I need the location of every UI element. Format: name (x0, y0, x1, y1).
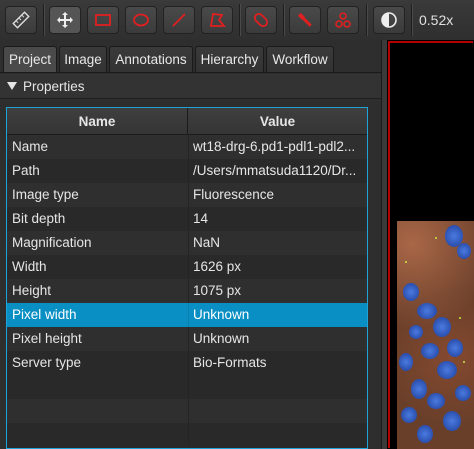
table-row[interactable]: Height 1075 px (7, 279, 367, 303)
polygon-tool-button[interactable] (201, 6, 233, 34)
line-icon (172, 13, 186, 27)
fluorescence-image[interactable] (397, 221, 474, 449)
ellipse-icon (133, 13, 149, 27)
points-icon (335, 12, 351, 28)
property-value-cell: 1626 px (193, 259, 242, 274)
move-icon (57, 12, 73, 28)
tab-hierarchy[interactable]: Hierarchy (195, 46, 264, 72)
property-value-cell: wt18-drg-6.pd1-pdl1-pdl2... (193, 139, 356, 154)
table-row[interactable]: Width 1626 px (7, 255, 367, 279)
left-panel: Project Image Annotations Hierarchy Work… (0, 40, 381, 449)
column-header-name[interactable]: Name (7, 108, 188, 134)
property-name-cell: Image type (12, 187, 79, 202)
table-row[interactable]: Magnification NaN (7, 231, 367, 255)
zoom-level: 0.52x (419, 12, 454, 28)
tab-image[interactable]: Image (59, 46, 107, 72)
line-tool-button[interactable] (163, 6, 195, 34)
properties-table[interactable]: Name Value Name wt18-drg-6.pd1-pdl1-pdl2.… (6, 107, 368, 449)
table-row[interactable]: Pixel width Unknown (7, 303, 367, 327)
wand-tool-button[interactable] (289, 6, 321, 34)
table-header: Name Value (7, 108, 367, 135)
rectangle-tool-button[interactable] (87, 6, 119, 34)
table-row[interactable]: Image type Fluorescence (7, 183, 367, 207)
table-row[interactable]: Pixel height Unknown (7, 327, 367, 351)
tab-bar: Project Image Annotations Hierarchy Work… (0, 46, 381, 73)
main-toolbar: 0.52x (0, 0, 474, 41)
table-row[interactable]: Bit depth 14 (7, 207, 367, 231)
points-tool-button[interactable] (327, 6, 359, 34)
property-name-cell: Pixel width (12, 307, 77, 322)
ruler-icon (12, 11, 30, 29)
wand-icon (297, 12, 312, 27)
table-row[interactable]: Server type Bio-Formats (7, 351, 367, 375)
ellipse-tool-button[interactable] (125, 6, 157, 34)
collapse-triangle-icon (7, 82, 17, 90)
move-tool-button[interactable] (49, 6, 81, 34)
property-value-cell: 14 (193, 211, 209, 226)
empty-row (7, 399, 367, 423)
empty-row (7, 423, 367, 447)
tab-workflow[interactable]: Workflow (266, 46, 334, 72)
brush-tool-button[interactable] (245, 6, 277, 34)
contrast-icon (381, 12, 397, 28)
polygon-icon (209, 13, 226, 27)
property-value-cell: NaN (193, 235, 221, 250)
tab-project[interactable]: Project (3, 46, 57, 72)
empty-row (7, 375, 367, 399)
column-header-value[interactable]: Value (188, 108, 367, 134)
property-name-cell: Name (12, 139, 49, 154)
property-value-cell: 1075 px (193, 283, 242, 298)
image-viewer[interactable] (387, 40, 474, 449)
brightness-contrast-button[interactable] (373, 6, 405, 34)
brush-icon (253, 12, 269, 28)
property-name-cell: Bit depth (12, 211, 66, 226)
property-value-cell: Unknown (193, 307, 250, 322)
tab-annotations[interactable]: Annotations (109, 46, 193, 72)
property-name-cell: Path (12, 163, 40, 178)
properties-section-header[interactable]: Properties (0, 74, 381, 99)
property-name-cell: Pixel height (12, 331, 82, 346)
property-value-cell: Unknown (193, 331, 250, 346)
ruler-tool-button[interactable] (5, 6, 37, 34)
property-name-cell: Width (12, 259, 47, 274)
table-row[interactable]: Name wt18-drg-6.pd1-pdl1-pdl2... (7, 135, 367, 159)
property-name-cell: Server type (12, 355, 82, 370)
properties-title: Properties (23, 78, 85, 94)
property-name-cell: Height (12, 283, 52, 298)
property-value-cell: Bio-Formats (193, 355, 267, 370)
table-row[interactable]: Path/Users/mmatsuda1120/Dr... (7, 159, 367, 183)
property-value-cell: /Users/mmatsuda1120/Dr... (193, 163, 357, 178)
property-value-cell: Fluorescence (193, 187, 275, 202)
rectangle-icon (95, 14, 111, 26)
property-name-cell: Magnification (12, 235, 92, 250)
